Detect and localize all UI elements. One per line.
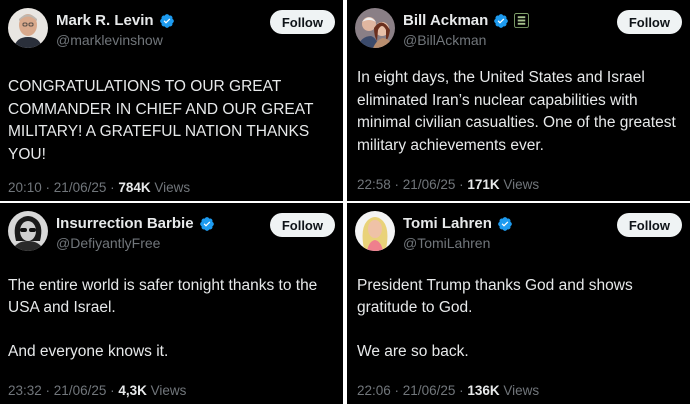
- tweet-text: CONGRATULATIONS TO OUR GREAT COMMANDER I…: [8, 78, 314, 163]
- follow-button[interactable]: Follow: [616, 213, 682, 237]
- avatar[interactable]: [8, 211, 48, 251]
- views-label: Views: [503, 383, 540, 398]
- author-handle[interactable]: @BillAckman: [403, 32, 486, 48]
- views-count: 784K: [118, 180, 151, 195]
- avatar[interactable]: [355, 211, 395, 251]
- tweet-meta: 22:06 · 21/06/25 · 136K Views: [357, 383, 539, 398]
- tweet-text: The entire world is safer tonight thanks…: [8, 277, 318, 360]
- meta-separator: ·: [106, 180, 119, 195]
- tweet-time[interactable]: 20:10: [8, 180, 42, 195]
- avatar[interactable]: [8, 8, 48, 48]
- author-name[interactable]: Mark R. Levin: [56, 12, 154, 29]
- tweet-time[interactable]: 22:58: [357, 177, 391, 192]
- verified-badge-icon: [494, 13, 509, 28]
- tweet-card[interactable]: Bill Ackman @BillAckman Follow In eight …: [347, 0, 690, 201]
- author-row: Tomi Lahren: [403, 215, 513, 232]
- author-name[interactable]: Tomi Lahren: [403, 215, 492, 232]
- tweet-card[interactable]: Insurrection Barbie @DefiyantlyFree Foll…: [0, 203, 343, 404]
- follow-button[interactable]: Follow: [269, 213, 335, 237]
- views-label: Views: [503, 177, 540, 192]
- views-label: Views: [150, 383, 187, 398]
- author-handle[interactable]: @marklevinshow: [56, 32, 163, 48]
- verified-badge-icon: [498, 216, 512, 231]
- views-count: 136K: [467, 383, 500, 398]
- tweet-grid: Mark R. Levin @marklevinshow Follow CONG…: [0, 0, 690, 404]
- tweet-time[interactable]: 22:06: [357, 383, 391, 398]
- views-count: 4,3K: [118, 383, 147, 398]
- tweet-text: President Trump thanks God and shows gra…: [357, 277, 633, 360]
- tweet-meta: 20:10 · 21/06/25 · 784K Views: [8, 180, 190, 195]
- tweet-date[interactable]: 21/06/25: [54, 180, 107, 195]
- meta-separator: ·: [455, 177, 468, 192]
- author-row: Insurrection Barbie: [56, 215, 215, 232]
- tweet-meta: 23:32 · 21/06/25 · 4,3K Views: [8, 383, 186, 398]
- tweet-card[interactable]: Tomi Lahren @TomiLahren Follow President…: [347, 203, 690, 404]
- tweet-date[interactable]: 21/06/25: [403, 177, 456, 192]
- author-handle[interactable]: @TomiLahren: [403, 235, 490, 251]
- avatar[interactable]: [355, 8, 395, 48]
- views-label: Views: [154, 180, 191, 195]
- affiliation-badge-icon[interactable]: [514, 13, 530, 28]
- tweet-text: In eight days, the United States and Isr…: [357, 69, 676, 154]
- author-name[interactable]: Insurrection Barbie: [56, 215, 194, 232]
- meta-separator: ·: [390, 177, 403, 192]
- meta-separator: ·: [41, 180, 54, 195]
- views-count: 171K: [467, 177, 500, 192]
- meta-separator: ·: [390, 383, 403, 398]
- tweet-meta: 22:58 · 21/06/25 · 171K Views: [357, 177, 539, 192]
- author-handle[interactable]: @DefiyantlyFree: [56, 235, 160, 251]
- author-row: Bill Ackman: [403, 12, 530, 29]
- tweet-time[interactable]: 23:32: [8, 383, 42, 398]
- tweet-date[interactable]: 21/06/25: [403, 383, 456, 398]
- verified-badge-icon: [199, 216, 214, 231]
- follow-button[interactable]: Follow: [269, 10, 335, 34]
- follow-button[interactable]: Follow: [616, 10, 682, 34]
- author-row: Mark R. Levin: [56, 12, 175, 29]
- meta-separator: ·: [106, 383, 119, 398]
- verified-badge-icon: [159, 13, 174, 28]
- tweet-date[interactable]: 21/06/25: [54, 383, 107, 398]
- meta-separator: ·: [41, 383, 54, 398]
- meta-separator: ·: [455, 383, 468, 398]
- author-name[interactable]: Bill Ackman: [403, 12, 488, 29]
- tweet-card[interactable]: Mark R. Levin @marklevinshow Follow CONG…: [0, 0, 343, 201]
